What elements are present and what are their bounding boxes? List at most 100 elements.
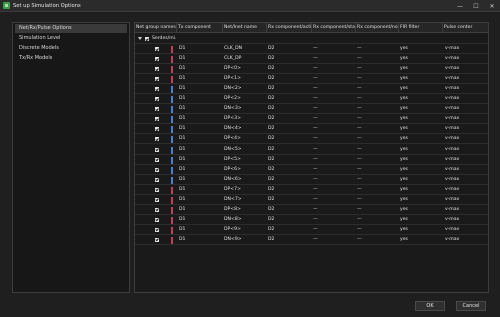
- pulse-center-cell[interactable]: v-max: [445, 235, 487, 245]
- row-checkbox[interactable]: [155, 57, 159, 62]
- table-row[interactable]: D1 CLK_DN D2— — yes v-max: [135, 44, 488, 54]
- rx-not-cell[interactable]: —: [357, 195, 399, 205]
- fir-filter-cell[interactable]: yes: [400, 134, 442, 144]
- rx-active-cell[interactable]: D2: [268, 94, 310, 104]
- rx-stand-cell[interactable]: —: [313, 215, 355, 225]
- tx-component-cell[interactable]: D1: [179, 64, 221, 74]
- rx-active-cell[interactable]: D2: [268, 44, 310, 54]
- pulse-center-cell[interactable]: v-max: [445, 215, 487, 225]
- tx-component-cell[interactable]: D1: [179, 155, 221, 165]
- column-header-rx-stand[interactable]: Rx component/stand: [312, 23, 356, 33]
- rx-stand-cell[interactable]: —: [313, 124, 355, 134]
- table-row[interactable]: D1 DN<5> D2— — yes v-max: [135, 145, 488, 155]
- rx-not-cell[interactable]: —: [357, 185, 399, 195]
- rx-active-cell[interactable]: D2: [268, 114, 310, 124]
- tx-component-cell[interactable]: D1: [179, 114, 221, 124]
- fir-filter-cell[interactable]: yes: [400, 185, 442, 195]
- rx-not-cell[interactable]: —: [357, 94, 399, 104]
- table-row[interactable]: D1 DP<9> D2— — yes v-max: [135, 225, 488, 235]
- row-checkbox[interactable]: [155, 107, 159, 112]
- rx-active-cell[interactable]: D2: [268, 104, 310, 114]
- tx-component-cell[interactable]: D1: [179, 225, 221, 235]
- net-name-cell[interactable]: CLK_DN: [224, 44, 266, 54]
- column-header-rx-active[interactable]: Rx component/active: [267, 23, 312, 33]
- net-name-cell[interactable]: CLK_DP: [224, 54, 266, 64]
- cancel-button[interactable]: Cancel: [456, 301, 486, 311]
- tx-component-cell[interactable]: D1: [179, 165, 221, 175]
- nav-item-discrete-models[interactable]: Discrete Models: [15, 44, 127, 53]
- net-name-cell[interactable]: DP<6>: [224, 165, 266, 175]
- rx-stand-cell[interactable]: —: [313, 225, 355, 235]
- rx-active-cell[interactable]: D2: [268, 215, 310, 225]
- rx-active-cell[interactable]: D2: [268, 124, 310, 134]
- pulse-center-cell[interactable]: v-max: [445, 225, 487, 235]
- rx-not-cell[interactable]: —: [357, 155, 399, 165]
- rx-not-cell[interactable]: —: [357, 225, 399, 235]
- rx-stand-cell[interactable]: —: [313, 64, 355, 74]
- column-header-pulse-center[interactable]: Pulse center: [443, 23, 488, 33]
- rx-active-cell[interactable]: D2: [268, 155, 310, 165]
- net-name-cell[interactable]: DN<7>: [224, 195, 266, 205]
- table-row[interactable]: D1 DN<3> D2— — yes v-max: [135, 104, 488, 115]
- pulse-center-cell[interactable]: v-max: [445, 74, 487, 84]
- table-row[interactable]: D1 DN<4> D2— — yes v-max: [135, 124, 488, 135]
- table-row[interactable]: D1 DP<0> D2— — yes v-max: [135, 64, 488, 75]
- rx-active-cell[interactable]: D2: [268, 185, 310, 195]
- rx-stand-cell[interactable]: —: [313, 104, 355, 114]
- pulse-center-cell[interactable]: v-max: [445, 94, 487, 104]
- rx-stand-cell[interactable]: —: [313, 185, 355, 195]
- fir-filter-cell[interactable]: yes: [400, 64, 442, 74]
- rx-not-cell[interactable]: —: [357, 84, 399, 94]
- rx-active-cell[interactable]: D2: [268, 145, 310, 155]
- row-checkbox[interactable]: [155, 227, 159, 232]
- ok-button[interactable]: OK: [415, 301, 445, 311]
- pulse-center-cell[interactable]: v-max: [445, 114, 487, 124]
- rx-stand-cell[interactable]: —: [313, 134, 355, 144]
- rx-stand-cell[interactable]: —: [313, 155, 355, 165]
- column-header-net-name[interactable]: Net/Inet name: [223, 23, 267, 33]
- net-name-cell[interactable]: DP<3>: [224, 114, 266, 124]
- rx-not-cell[interactable]: —: [357, 134, 399, 144]
- tx-component-cell[interactable]: D1: [179, 134, 221, 144]
- rx-not-cell[interactable]: —: [357, 235, 399, 245]
- net-name-cell[interactable]: DN<5>: [224, 145, 266, 155]
- expand-arrow-icon[interactable]: [138, 37, 142, 40]
- row-checkbox[interactable]: [155, 237, 159, 242]
- rx-stand-cell[interactable]: —: [313, 235, 355, 245]
- fir-filter-cell[interactable]: yes: [400, 104, 442, 114]
- table-row[interactable]: D1 DN<9> D2— — yes v-max: [135, 235, 488, 245]
- column-header-net-group[interactable]: Net group names: [135, 23, 177, 33]
- fir-filter-cell[interactable]: yes: [400, 225, 442, 235]
- fir-filter-cell[interactable]: yes: [400, 205, 442, 215]
- pulse-center-cell[interactable]: v-max: [445, 195, 487, 205]
- fir-filter-cell[interactable]: yes: [400, 215, 442, 225]
- rx-not-cell[interactable]: —: [357, 104, 399, 114]
- tx-component-cell[interactable]: D1: [179, 185, 221, 195]
- nav-item-tx-rx-models[interactable]: Tx/Rx Models: [15, 54, 127, 63]
- tx-component-cell[interactable]: D1: [179, 195, 221, 205]
- rx-not-cell[interactable]: —: [357, 74, 399, 84]
- row-checkbox[interactable]: [155, 147, 159, 152]
- fir-filter-cell[interactable]: yes: [400, 74, 442, 84]
- rx-active-cell[interactable]: D2: [268, 225, 310, 235]
- maximize-button[interactable]: ☐: [468, 0, 484, 12]
- net-name-cell[interactable]: DN<3>: [224, 104, 266, 114]
- rx-not-cell[interactable]: —: [357, 175, 399, 185]
- tx-component-cell[interactable]: D1: [179, 84, 221, 94]
- tx-component-cell[interactable]: D1: [179, 44, 221, 54]
- column-header-tx-component[interactable]: Tx component: [177, 23, 223, 33]
- net-name-cell[interactable]: DN<6>: [224, 175, 266, 185]
- row-checkbox[interactable]: [155, 67, 159, 72]
- net-name-cell[interactable]: DP<1>: [224, 74, 266, 84]
- rx-stand-cell[interactable]: —: [313, 84, 355, 94]
- fir-filter-cell[interactable]: yes: [400, 195, 442, 205]
- rx-active-cell[interactable]: D2: [268, 205, 310, 215]
- row-checkbox[interactable]: [155, 167, 159, 172]
- pulse-center-cell[interactable]: v-max: [445, 155, 487, 165]
- pulse-center-cell[interactable]: v-max: [445, 205, 487, 215]
- tx-component-cell[interactable]: D1: [179, 104, 221, 114]
- table-row[interactable]: D1 DN<6> D2— — yes v-max: [135, 175, 488, 185]
- column-header-fir-filter[interactable]: FIR filter: [399, 23, 443, 33]
- pulse-center-cell[interactable]: v-max: [445, 185, 487, 195]
- close-button[interactable]: ✕: [484, 0, 500, 12]
